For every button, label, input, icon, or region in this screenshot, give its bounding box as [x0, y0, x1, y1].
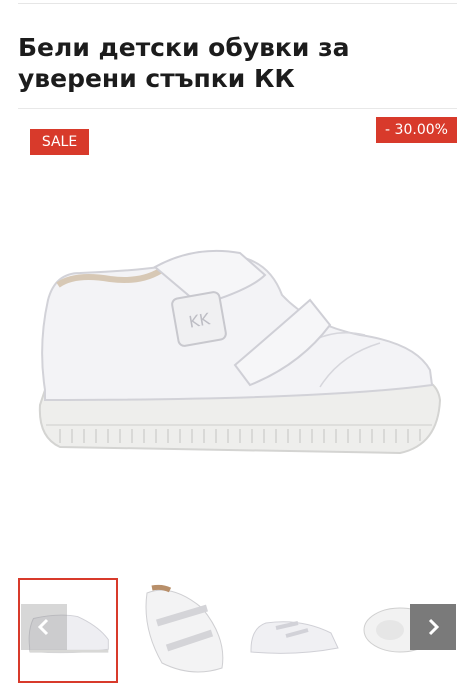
- discount-badge: - 30.00%: [376, 117, 457, 143]
- sale-badge: SALE: [30, 129, 89, 155]
- chevron-right-icon: [428, 618, 440, 636]
- title-divider: [18, 108, 457, 109]
- thumbnail-strip: [0, 578, 475, 683]
- product-title: Бели детски обувки за уверени стъпки КК: [18, 33, 350, 93]
- gallery-next-button[interactable]: [410, 604, 456, 650]
- thumbnail-pair-view[interactable]: [246, 578, 346, 683]
- chevron-left-icon: [37, 618, 49, 636]
- product-main-image[interactable]: KK: [20, 175, 460, 550]
- gallery-prev-button[interactable]: [21, 604, 67, 650]
- thumbnail-top-view[interactable]: [132, 578, 232, 683]
- top-divider: [18, 3, 457, 4]
- svg-text:KK: KK: [187, 309, 211, 331]
